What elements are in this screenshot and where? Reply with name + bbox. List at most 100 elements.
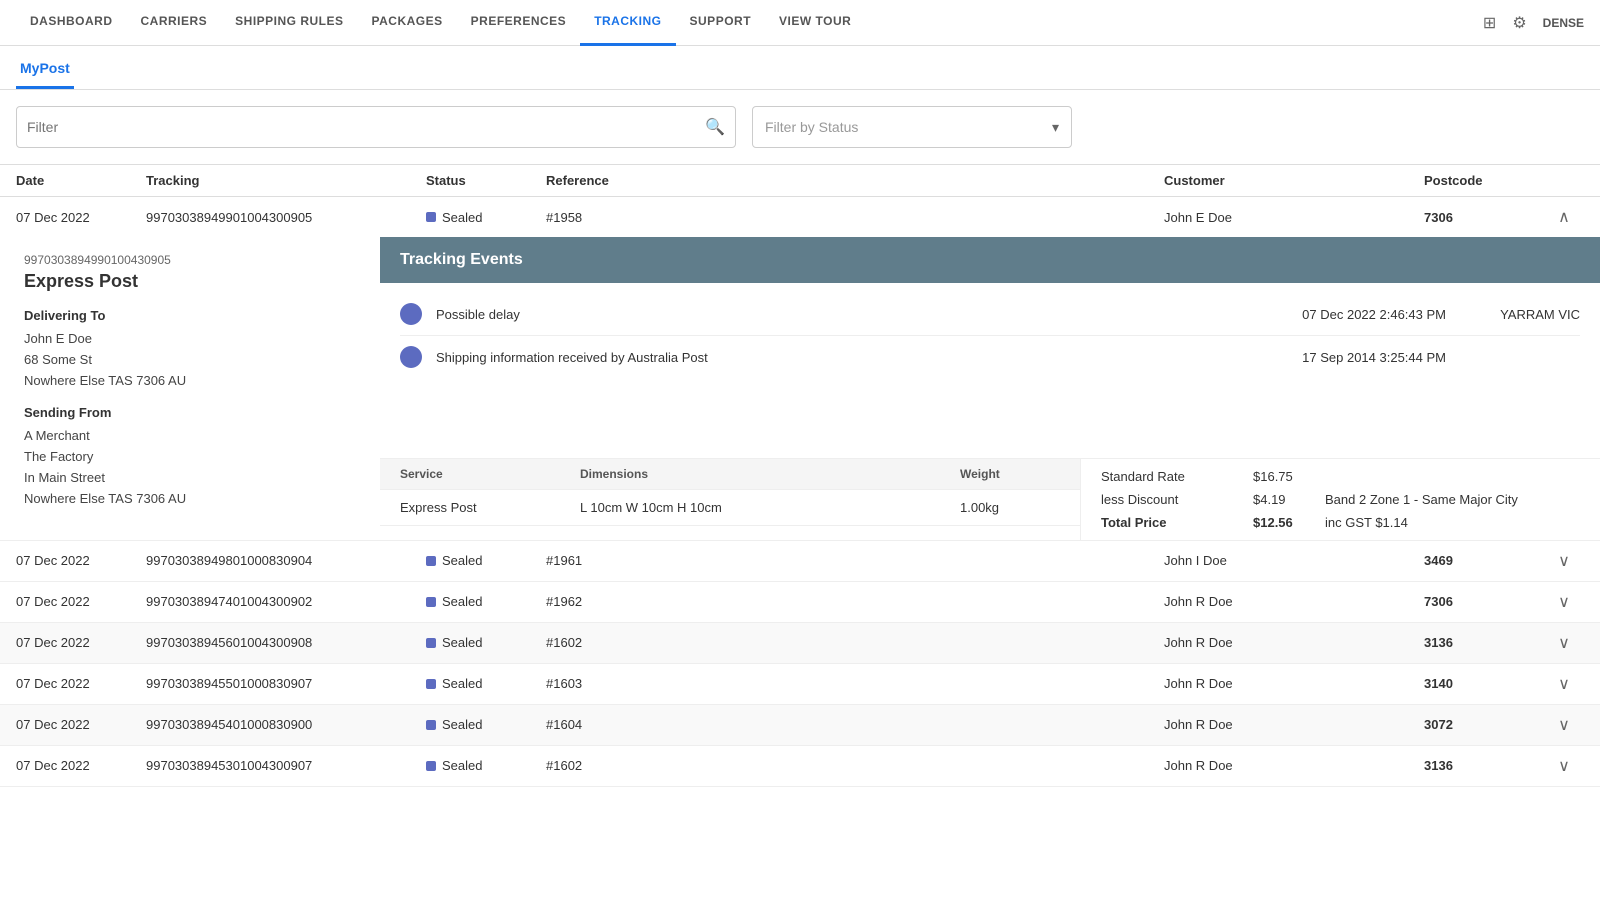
status-indicator [426,720,436,730]
cell-customer: John R Doe [1164,676,1424,691]
tracking-events-header: Tracking Events [380,237,1600,283]
cell-tracking: 99703038945501000830907 [146,676,426,691]
filter-row: 🔍 Filter by Status ▾ [0,90,1600,164]
tab-bar: MyPost [0,46,1600,90]
status-indicator [426,597,436,607]
nav-dashboard[interactable]: DASHBOARD [16,0,127,46]
status-indicator [426,638,436,648]
table-row[interactable]: 07 Dec 2022 99703038945601004300908 Seal… [0,623,1600,664]
cell-status: Sealed [426,553,546,568]
expand-button[interactable]: ∨ [1544,592,1584,612]
event-time: 17 Sep 2014 3:25:44 PM [1246,350,1446,365]
status-text: Sealed [442,717,482,732]
top-navigation: DASHBOARD CARRIERS SHIPPING RULES PACKAG… [0,0,1600,46]
table-row[interactable]: 07 Dec 2022 99703038947401004300902 Seal… [0,582,1600,623]
cell-tracking: 99703038945601004300908 [146,635,426,650]
event-row: Shipping information received by Austral… [400,336,1580,378]
standard-rate-value: $16.75 [1253,469,1313,484]
expand-button[interactable]: ∨ [1544,674,1584,694]
col-expand [1544,173,1584,188]
event-description: Possible delay [436,307,1232,322]
cell-status: Sealed [426,635,546,650]
nav-support[interactable]: SUPPORT [676,0,766,46]
expand-button[interactable]: ∨ [1544,756,1584,776]
nav-packages[interactable]: PACKAGES [358,0,457,46]
cell-tracking: 99703038949801000830904 [146,553,426,568]
cell-tracking: 99703038949901004300905 [146,210,426,225]
cell-tracking: 99703038947401004300902 [146,594,426,609]
dimensions-value: L 10cm W 10cm H 10cm [580,500,960,515]
cell-status: Sealed [426,594,546,609]
cell-reference: #1603 [546,676,1164,691]
standard-rate-label: Standard Rate [1101,469,1241,484]
event-description: Shipping information received by Austral… [436,350,1232,365]
cell-postcode: 3136 [1424,758,1544,773]
chevron-down-icon: ▾ [1052,119,1059,136]
cell-postcode: 3136 [1424,635,1544,650]
settings-icon[interactable]: ⚙ [1512,13,1526,33]
cell-status: Sealed [426,676,546,691]
cell-postcode: 7306 [1424,594,1544,609]
expanded-service-title: Express Post [24,271,356,292]
total-price-value: $12.56 [1253,515,1313,530]
total-note: inc GST $1.14 [1325,515,1408,530]
cell-reference: #1958 [546,210,1164,225]
collapse-button[interactable]: ∧ [1544,207,1584,227]
dense-toggle[interactable]: DENSE [1543,16,1584,30]
total-price-label: Total Price [1101,515,1241,530]
table-row[interactable]: 07 Dec 2022 99703038945301004300907 Seal… [0,746,1600,787]
expand-button[interactable]: ∨ [1544,715,1584,735]
status-indicator [426,212,436,222]
cell-reference: #1604 [546,717,1164,732]
search-icon: 🔍 [705,117,725,137]
expanded-tracking-number: 9970303894990100430905 [24,253,356,267]
table-row[interactable]: 07 Dec 2022 99703038945401000830900 Seal… [0,705,1600,746]
status-text: Sealed [442,553,482,568]
service-table-row: Express Post L 10cm W 10cm H 10cm 1.00kg [380,490,1080,526]
filter-input[interactable] [27,119,705,135]
cell-customer: John R Doe [1164,717,1424,732]
cell-status: Sealed [426,758,546,773]
cell-status: Sealed [426,717,546,732]
tracking-table: Date Tracking Status Reference Customer … [0,164,1600,787]
status-text: Sealed [442,210,482,225]
event-dot [400,303,422,325]
pricing-standard-row: Standard Rate $16.75 [1101,465,1580,488]
less-discount-label: less Discount [1101,492,1241,507]
nav-shipping-rules[interactable]: SHIPPING RULES [221,0,357,46]
nav-preferences[interactable]: PREFERENCES [457,0,581,46]
nav-view-tour[interactable]: VIEW TOUR [765,0,865,46]
status-text: Sealed [442,594,482,609]
cell-reference: #1602 [546,758,1164,773]
cell-date: 07 Dec 2022 [16,758,146,773]
event-time: 07 Dec 2022 2:46:43 PM [1246,307,1446,322]
col-date: Date [16,173,146,188]
col-customer: Customer [1164,173,1424,188]
cell-reference: #1961 [546,553,1164,568]
right-panel: Tracking Events Possible delay 07 Dec 20… [380,237,1600,540]
cell-postcode: 3469 [1424,553,1544,568]
less-discount-value: $4.19 [1253,492,1313,507]
service-name: Express Post [400,500,580,515]
expand-button[interactable]: ∨ [1544,551,1584,571]
table-row[interactable]: 07 Dec 2022 99703038945501000830907 Seal… [0,664,1600,705]
nav-tracking[interactable]: TRACKING [580,0,675,46]
table-header: Date Tracking Status Reference Customer … [0,164,1600,197]
status-filter-dropdown[interactable]: Filter by Status ▾ [752,106,1072,148]
pricing-discount-row: less Discount $4.19 Band 2 Zone 1 - Same… [1101,488,1580,511]
grid-icon[interactable]: ⊞ [1483,13,1496,33]
expand-button[interactable]: ∨ [1544,633,1584,653]
nav-carriers[interactable]: CARRIERS [127,0,222,46]
col-postcode: Postcode [1424,173,1544,188]
table-row[interactable]: 07 Dec 2022 99703038949901004300905 Seal… [0,197,1600,237]
status-text: Sealed [442,676,482,691]
status-text: Sealed [442,758,482,773]
table-row[interactable]: 07 Dec 2022 99703038949801000830904 Seal… [0,541,1600,582]
status-filter-label: Filter by Status [765,119,858,135]
service-col-header: Service [400,467,580,481]
sending-from-address: A MerchantThe FactoryIn Main StreetNowhe… [24,426,356,509]
delivering-to-label: Delivering To [24,308,356,323]
col-tracking: Tracking [146,173,426,188]
tab-mypost[interactable]: MyPost [16,46,74,89]
tracking-events-body: Possible delay 07 Dec 2022 2:46:43 PM YA… [380,283,1600,458]
